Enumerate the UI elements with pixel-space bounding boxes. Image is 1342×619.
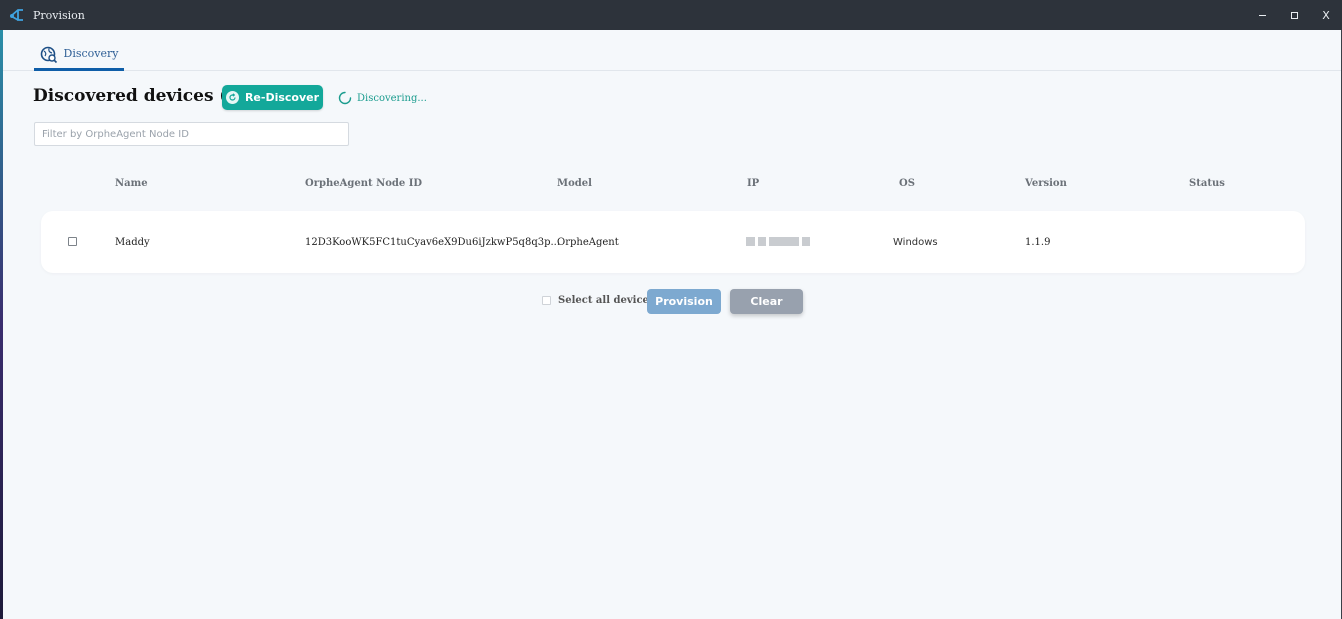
minimize-icon xyxy=(1258,14,1266,16)
refresh-icon xyxy=(225,91,239,104)
window-controls: X xyxy=(1246,0,1342,30)
window-title: Provision xyxy=(33,8,85,22)
tab-label: Discovery xyxy=(63,47,119,60)
discovery-globe-icon xyxy=(40,46,57,64)
column-header-version: Version xyxy=(1025,178,1067,189)
select-all-checkbox[interactable] xyxy=(542,296,551,305)
maximize-button[interactable] xyxy=(1278,0,1310,30)
tab-bar: Discovery xyxy=(3,30,1341,71)
app-content: Discovery Discovered devices (1 ) Re-Dis… xyxy=(3,30,1341,619)
title-bar: Provision X xyxy=(0,0,1342,30)
device-name: Maddy xyxy=(115,237,150,248)
tab-discovery[interactable]: Discovery xyxy=(34,44,124,71)
loading-spinner-icon xyxy=(338,91,352,105)
page-title: Discovered devices (1 ) xyxy=(33,86,254,106)
column-header-ip: IP xyxy=(747,178,760,189)
device-model: OrpheAgent xyxy=(557,237,619,248)
column-header-model: Model xyxy=(557,178,592,189)
device-os: Windows xyxy=(893,237,938,248)
app-logo-icon xyxy=(10,9,23,21)
column-header-name: Name xyxy=(115,178,148,189)
discovery-status-text: Discovering... xyxy=(357,92,427,104)
provision-button[interactable]: Provision xyxy=(647,289,721,314)
device-version: 1.1.9 xyxy=(1025,237,1051,248)
discovery-status: Discovering... xyxy=(338,91,427,105)
table-row[interactable]: Maddy 12D3KooWK5FC1tuCyav6eX9Du6iJzkwP5q… xyxy=(41,211,1305,273)
column-header-os: OS xyxy=(899,178,915,189)
device-ip-redacted xyxy=(746,237,810,246)
clear-button[interactable]: Clear xyxy=(730,289,803,314)
device-node-id: 12D3KooWK5FC1tuCyav6eX9Du6iJzkwP5q8q3p..… xyxy=(305,237,561,248)
close-button[interactable]: X xyxy=(1310,0,1342,30)
select-all-toggle[interactable]: Select all devices xyxy=(542,295,655,306)
column-header-node-id: OrpheAgent Node ID xyxy=(305,178,423,189)
maximize-icon xyxy=(1290,11,1298,19)
rediscover-button[interactable]: Re-Discover xyxy=(222,85,323,110)
row-checkbox[interactable] xyxy=(68,237,77,246)
minimize-button[interactable] xyxy=(1246,0,1278,30)
select-all-label: Select all devices xyxy=(558,295,655,306)
column-header-status: Status xyxy=(1189,178,1225,189)
rediscover-label: Re-Discover xyxy=(244,91,320,104)
filter-input[interactable] xyxy=(34,122,349,146)
